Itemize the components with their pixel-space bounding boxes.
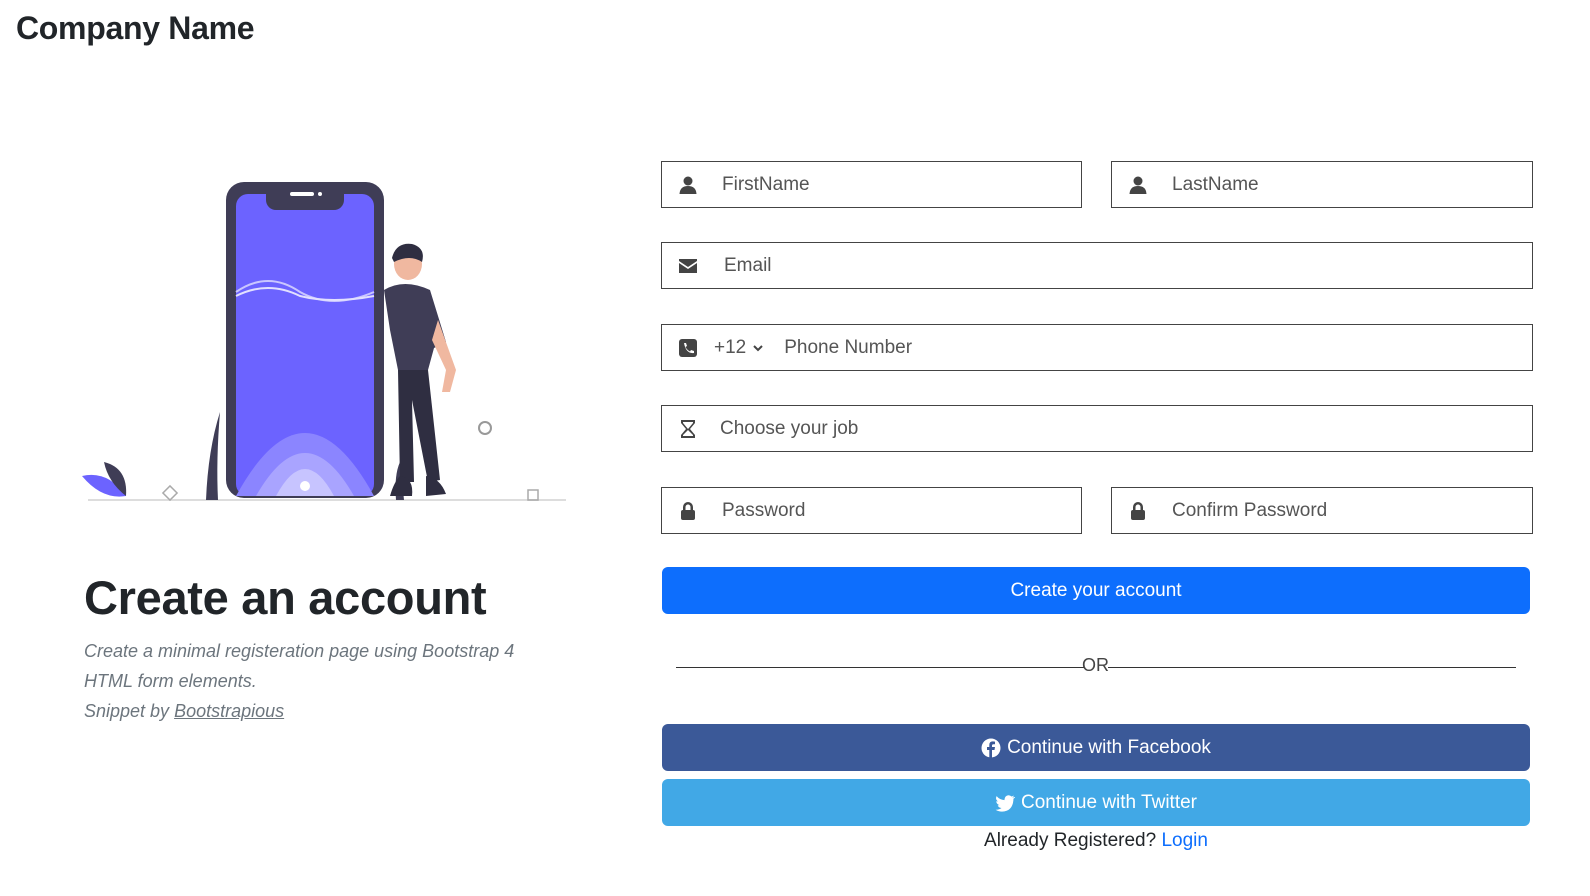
phone-person-illustration — [82, 182, 566, 502]
twitter-icon — [995, 794, 1015, 812]
intro-section: Create an account Create a minimal regis… — [84, 570, 564, 726]
brand-name[interactable]: Company Name — [16, 10, 255, 47]
first-name-input[interactable]: FirstName — [722, 174, 810, 196]
user-icon — [662, 175, 714, 195]
bootstrapious-link[interactable]: Bootstrapious — [174, 701, 284, 721]
login-link[interactable]: Login — [1161, 830, 1208, 851]
create-account-button[interactable]: Create your account — [662, 567, 1530, 614]
already-registered-text: Already Registered? — [984, 830, 1162, 851]
twitter-login-button[interactable]: Continue with Twitter — [662, 779, 1530, 826]
credit-prefix: Snippet by — [84, 701, 175, 722]
create-account-label: Create your account — [1010, 579, 1182, 601]
phone-icon — [662, 338, 714, 358]
facebook-icon — [981, 738, 1001, 758]
job-select-field[interactable]: Choose your job — [661, 405, 1533, 452]
lock-icon — [662, 501, 714, 521]
password-input[interactable]: Password — [722, 500, 805, 522]
twitter-label: Continue with Twitter — [1020, 791, 1197, 813]
page-title: Create an account — [84, 571, 487, 624]
snippet-credit: Snippet by Bootstrapious — [84, 696, 564, 726]
login-prompt: Already Registered? Login — [662, 830, 1530, 852]
country-code-value: +12 — [714, 336, 747, 358]
divider-label: OR — [1082, 655, 1109, 675]
confirm-password-field[interactable]: Confirm Password — [1111, 487, 1533, 534]
email-field[interactable]: Email — [661, 242, 1533, 289]
facebook-label: Continue with Facebook — [1007, 736, 1211, 758]
last-name-input[interactable]: LastName — [1172, 174, 1259, 196]
country-code-select[interactable]: +12 — [714, 337, 764, 359]
job-select[interactable]: Choose your job — [720, 418, 858, 440]
lock-icon — [1112, 501, 1164, 521]
email-input[interactable]: Email — [724, 255, 772, 277]
phone-input[interactable]: Phone Number — [784, 337, 912, 359]
last-name-field[interactable]: LastName — [1111, 161, 1533, 208]
intro-description: Create a minimal registeration page usin… — [84, 641, 515, 692]
user-icon — [1112, 175, 1164, 195]
phone-field[interactable]: +12 Phone Number — [661, 324, 1533, 371]
facebook-login-button[interactable]: Continue with Facebook — [662, 724, 1530, 771]
or-divider: OR — [676, 653, 1516, 675]
password-field[interactable]: Password — [661, 487, 1082, 534]
confirm-password-input[interactable]: Confirm Password — [1172, 500, 1327, 522]
divider-line-right — [1108, 667, 1516, 668]
chevron-down-icon — [753, 344, 763, 351]
hourglass-icon — [662, 419, 714, 439]
first-name-field[interactable]: FirstName — [661, 161, 1082, 208]
envelope-icon — [662, 256, 714, 276]
divider-line-left — [676, 667, 1084, 668]
